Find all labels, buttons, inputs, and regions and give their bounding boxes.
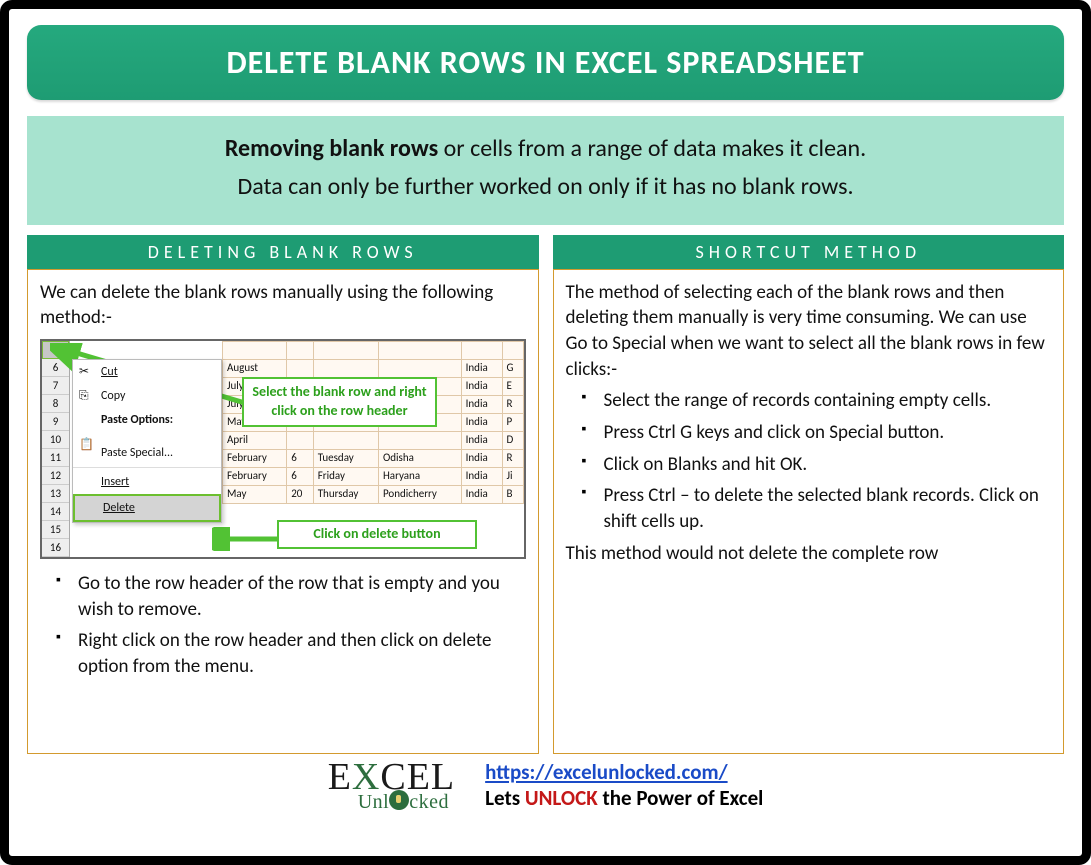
tagline-unlock: UNLOCK	[525, 785, 598, 811]
row-header[interactable]: 13	[42, 485, 69, 503]
left-header: DELETING BLANK ROWS	[27, 235, 539, 269]
scissors-icon: ✂	[79, 364, 93, 378]
subtitle-box: Removing blank rows or cells from a rang…	[27, 116, 1064, 225]
footer-text: https://excelunlocked.com/ Lets UNLOCK t…	[485, 759, 763, 811]
list-item: Go to the row header of the row that is …	[50, 571, 526, 622]
lock-icon	[389, 790, 409, 810]
menu-copy[interactable]: ⎘Copy	[73, 384, 221, 408]
menu-delete[interactable]: Delete	[73, 494, 221, 522]
menu-paste-options: Paste Options:	[73, 408, 221, 432]
menu-paste-icon[interactable]: 📋	[73, 433, 221, 441]
callout-select-row: Select the blank row and right click on …	[242, 377, 437, 427]
list-item: Right click on the row header and then c…	[50, 628, 526, 679]
columns: DELETING BLANK ROWS We can delete the bl…	[27, 235, 1064, 754]
subtitle-line2: Data can only be further worked on only …	[237, 172, 853, 201]
row-header[interactable]: 16	[42, 539, 69, 557]
list-item: Select the range of records containing e…	[576, 388, 1052, 414]
table-row	[223, 342, 524, 360]
subtitle-rest1: or cells from a range of data makes it c…	[438, 134, 866, 163]
copy-icon: ⎘	[79, 388, 93, 402]
list-item: Press Ctrl G keys and click on Special b…	[576, 420, 1052, 446]
table-row: AprilIndiaD	[223, 432, 524, 450]
menu-separator	[73, 467, 221, 468]
right-column: SHORTCUT METHOD The method of selecting …	[553, 235, 1065, 754]
left-body: We can delete the blank rows manually us…	[27, 269, 539, 754]
menu-insert[interactable]: Insert	[73, 470, 221, 494]
right-header: SHORTCUT METHOD	[553, 235, 1065, 269]
footer-url[interactable]: https://excelunlocked.com/	[485, 759, 727, 785]
list-item: Press Ctrl – to delete the selected blan…	[576, 483, 1052, 534]
row-header[interactable]: 12	[42, 467, 69, 485]
left-steps: Go to the row header of the row that is …	[50, 571, 526, 680]
tagline-post: the Power of Excel	[598, 785, 764, 811]
tagline-pre: Lets	[485, 785, 525, 811]
document-frame: DELETE BLANK ROWS IN EXCEL SPREADSHEET R…	[0, 0, 1091, 865]
row-header[interactable]: 14	[42, 503, 69, 521]
logo: EXCEL Unlcked	[328, 758, 455, 812]
table-row: AugustIndiaG	[223, 360, 524, 378]
page-title: DELETE BLANK ROWS IN EXCEL SPREADSHEET	[27, 25, 1064, 100]
right-steps: Select the range of records containing e…	[576, 388, 1052, 534]
logo-bottom: Unlcked	[358, 790, 455, 812]
row-header[interactable]: 11	[42, 449, 69, 467]
menu-cut[interactable]: ✂Cut	[73, 360, 221, 384]
table-row: February6FridayHaryanaIndiaJi	[223, 468, 524, 486]
excel-screenshot: 5 6 7 8 9 10 11 12 13 14 15 16 ✂C	[40, 339, 526, 559]
left-intro: We can delete the blank rows manually us…	[40, 280, 526, 331]
callout-click-delete: Click on delete button	[277, 520, 477, 549]
right-outro: This method would not delete the complet…	[566, 541, 1052, 567]
row-header[interactable]: 15	[42, 521, 69, 539]
table-row: February6TuesdayOdishaIndiaR	[223, 450, 524, 468]
right-body: The method of selecting each of the blan…	[553, 269, 1065, 754]
context-menu: ✂Cut ⎘Copy Paste Options: 📋 Paste Specia…	[72, 359, 222, 523]
left-column: DELETING BLANK ROWS We can delete the bl…	[27, 235, 539, 754]
footer: EXCEL Unlcked https://excelunlocked.com/…	[27, 758, 1064, 812]
menu-paste-special[interactable]: Paste Special...	[73, 441, 221, 465]
right-intro: The method of selecting each of the blan…	[566, 280, 1052, 383]
table-row: May20ThursdayPondicherryIndiaB	[223, 486, 524, 504]
list-item: Click on Blanks and hit OK.	[576, 452, 1052, 478]
subtitle-strong: Removing blank rows	[225, 134, 438, 163]
